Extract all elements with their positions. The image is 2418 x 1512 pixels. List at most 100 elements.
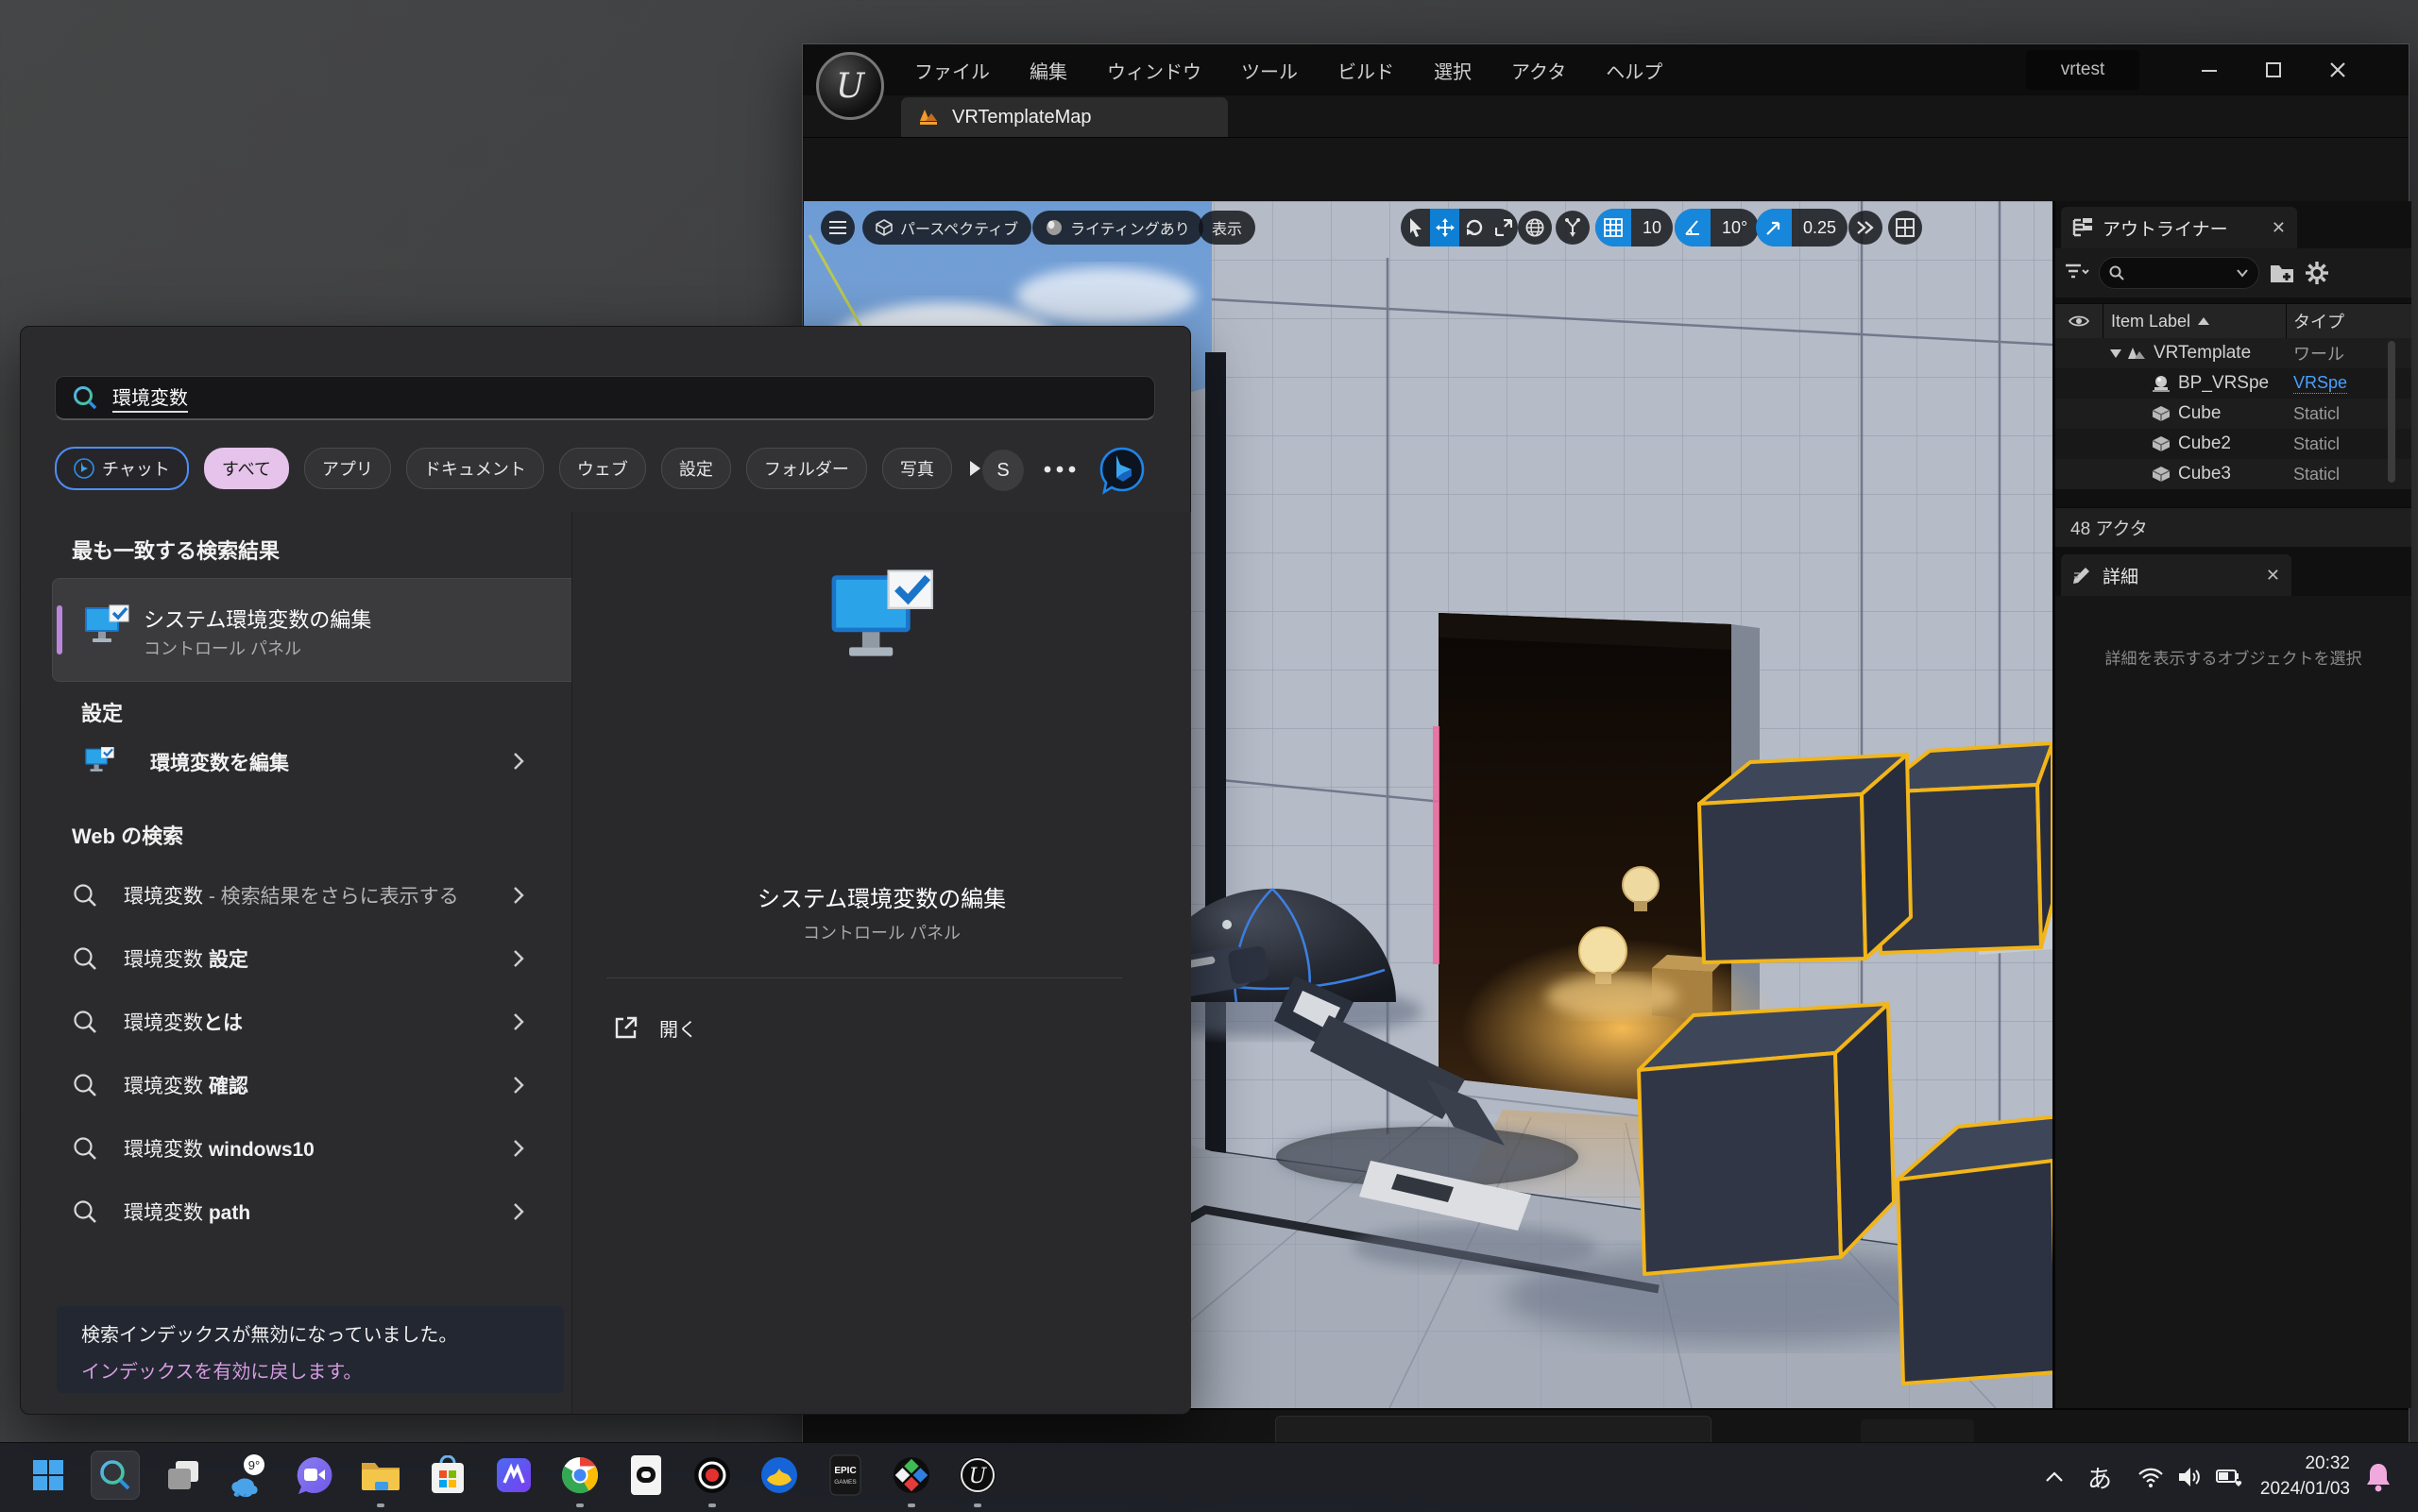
viewport-options-button[interactable]: [821, 211, 855, 245]
filter-photos[interactable]: 写真: [882, 448, 952, 489]
move-tool-button[interactable]: [1430, 209, 1459, 246]
filter-settings[interactable]: 設定: [661, 448, 731, 489]
file-explorer-button[interactable]: [356, 1451, 405, 1500]
minimize-button[interactable]: [2185, 44, 2234, 95]
web-suggestion-row[interactable]: 環境変数 windows10: [52, 1122, 571, 1175]
oculus-app-button[interactable]: [622, 1451, 671, 1500]
account-avatar[interactable]: S: [982, 450, 1024, 491]
perspective-dropdown[interactable]: パースペクティブ: [862, 211, 1031, 245]
expand-caret-icon[interactable]: [2110, 349, 2121, 358]
start-button[interactable]: [24, 1451, 73, 1500]
outliner-settings-gear-icon[interactable]: [2305, 261, 2329, 285]
wifi-status-button[interactable]: [2130, 1456, 2171, 1498]
new-folder-icon[interactable]: [2269, 262, 2295, 284]
chrome-button[interactable]: [555, 1451, 604, 1500]
web-suggestion-row[interactable]: 環境変数 path: [52, 1185, 571, 1238]
outliner-row-vrtemplate[interactable]: VRTemplate ワール: [2055, 338, 2411, 368]
type-column-header[interactable]: タイプ: [2293, 309, 2344, 333]
taskbar-search-button[interactable]: [91, 1451, 140, 1500]
m-app-button[interactable]: [489, 1451, 538, 1500]
surface-snapping-button[interactable]: [1556, 211, 1590, 245]
titlebar[interactable]: ファイル 編集 ウィンドウ ツール ビルド 選択 アクタ ヘルプ vrtest: [803, 44, 2409, 95]
outliner-search-input[interactable]: [2099, 257, 2259, 289]
notifications-bell-button[interactable]: [2358, 1456, 2399, 1498]
menu-file[interactable]: ファイル: [914, 57, 990, 84]
bing-button[interactable]: [1098, 446, 1147, 495]
outliner-row-bp-vrspectator[interactable]: BP_VRSpe VRSpe: [2055, 368, 2411, 399]
taskbar-clock[interactable]: 20:32 2024/01/03: [2260, 1451, 2350, 1502]
weather-widget-button[interactable]: 9°: [224, 1451, 273, 1500]
level-icon: [918, 107, 941, 127]
filter-all[interactable]: すべて: [204, 448, 289, 489]
grid-snap-control[interactable]: 10: [1595, 209, 1673, 246]
filter-web[interactable]: ウェブ: [559, 448, 646, 489]
microsoft-store-button[interactable]: [423, 1451, 472, 1500]
outliner-close-icon[interactable]: ✕: [2272, 218, 2286, 238]
lighting-dropdown[interactable]: ライティングあり: [1032, 211, 1203, 245]
search-input[interactable]: 環境変数: [55, 376, 1155, 420]
web-search-header: Web の検索: [72, 820, 183, 850]
open-action[interactable]: 開く: [606, 1009, 705, 1046]
menu-window[interactable]: ウィンドウ: [1107, 57, 1201, 84]
tab-level-vrtemplatemap[interactable]: VRTemplateMap: [901, 97, 1228, 137]
dev-hub-button[interactable]: [887, 1451, 936, 1500]
menu-tools[interactable]: ツール: [1241, 57, 1298, 84]
filter-icon[interactable]: [2065, 263, 2089, 283]
scale-snap-control[interactable]: 0.25: [1756, 209, 1848, 246]
sidequest-app-button[interactable]: [755, 1451, 804, 1500]
outliner-scrollbar[interactable]: [2388, 341, 2395, 483]
quad-view-button[interactable]: [1888, 211, 1922, 245]
tray-hidden-icons-button[interactable]: [2034, 1456, 2075, 1498]
chevron-right-icon: [513, 1139, 524, 1158]
filter-folders[interactable]: フォルダー: [746, 448, 867, 489]
filter-documents[interactable]: ドキュメント: [406, 448, 544, 489]
epic-games-icon: EPIC GAMES: [829, 1454, 861, 1496]
web-suggestion-row[interactable]: 環境変数とは: [52, 995, 571, 1048]
menu-help[interactable]: ヘルプ: [1606, 57, 1662, 84]
web-suggestion-row[interactable]: 環境変数 確認: [52, 1059, 571, 1112]
outliner-row-cube[interactable]: Cube Staticl: [2055, 399, 2411, 429]
battery-status-button[interactable]: [2208, 1456, 2250, 1498]
menu-select[interactable]: 選択: [1434, 57, 1472, 84]
epic-games-button[interactable]: EPIC GAMES: [821, 1451, 870, 1500]
camera-speed-button[interactable]: [1848, 211, 1882, 245]
rotate-tool-button[interactable]: [1459, 209, 1489, 246]
details-empty-message: 詳細を表示するオブジェクトを選択: [2055, 645, 2411, 669]
search-icon: [99, 1459, 131, 1491]
row-type-link[interactable]: VRSpe: [2293, 373, 2347, 394]
outliner-tab[interactable]: アウトライナー ✕: [2061, 207, 2297, 248]
volume-status-button[interactable]: [2170, 1456, 2211, 1498]
task-view-button[interactable]: [159, 1451, 208, 1500]
menu-edit[interactable]: 編集: [1030, 57, 1067, 84]
more-filters-arrow-icon[interactable]: [967, 459, 982, 478]
details-tab[interactable]: 詳細 ✕: [2061, 554, 2291, 596]
item-label-column-header[interactable]: Item Label: [2111, 312, 2190, 331]
close-button[interactable]: [2313, 44, 2362, 95]
recorder-app-button[interactable]: [688, 1451, 737, 1500]
world-space-button[interactable]: [1518, 211, 1552, 245]
maximize-button[interactable]: [2249, 44, 2298, 95]
menu-actor[interactable]: アクタ: [1511, 57, 1566, 84]
chevron-right-icon: [513, 1076, 524, 1095]
filter-apps[interactable]: アプリ: [304, 448, 391, 489]
filter-label: 写真: [900, 456, 934, 481]
rotation-snap-control[interactable]: 10°: [1675, 209, 1759, 246]
outliner-row-cube3[interactable]: Cube3 Staticl: [2055, 459, 2411, 489]
details-close-icon[interactable]: ✕: [2266, 566, 2280, 586]
settings-result-edit-env-vars[interactable]: 環境変数を編集: [52, 735, 571, 788]
more-options-button[interactable]: [1043, 465, 1077, 474]
visibility-column-header[interactable]: [2055, 314, 2103, 328]
chat-app-button[interactable]: [290, 1451, 339, 1500]
door-edge-marker: [1433, 726, 1439, 964]
filter-chat[interactable]: チャット: [55, 447, 189, 490]
menu-build[interactable]: ビルド: [1337, 57, 1394, 84]
show-dropdown[interactable]: 表示: [1199, 211, 1255, 245]
ime-mode-button[interactable]: あ: [2079, 1456, 2120, 1498]
web-suggestion-row[interactable]: 環境変数 設定: [52, 932, 571, 985]
web-suggestion-row[interactable]: 環境変数 - 検索結果をさらに表示する: [52, 869, 571, 922]
notice-link[interactable]: インデックスを有効に戻します。: [81, 1356, 539, 1384]
unreal-engine-button[interactable]: U: [953, 1451, 1002, 1500]
filter-label: 設定: [679, 456, 713, 481]
task-view-icon: [166, 1459, 200, 1491]
outliner-row-cube2[interactable]: Cube2 Staticl: [2055, 429, 2411, 459]
